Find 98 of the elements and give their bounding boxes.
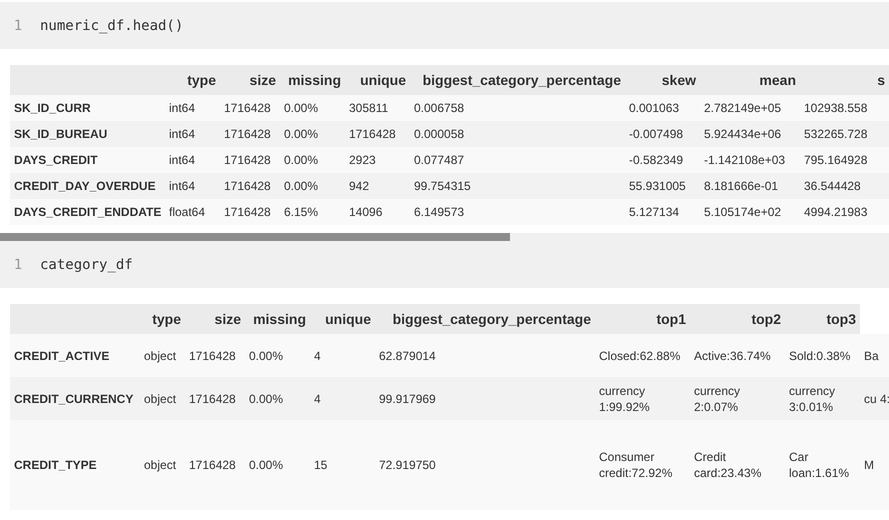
- table-cell: 0.00%: [245, 334, 310, 377]
- column-header: top2: [690, 304, 785, 334]
- table-cell: 0.00%: [245, 420, 310, 510]
- table-cell: -0.007498: [625, 121, 700, 147]
- code-cell[interactable]: 1 numeric_df.head(): [0, 2, 889, 49]
- table-cell: object: [140, 334, 185, 377]
- code-text: category_df: [40, 256, 133, 272]
- table-cell: 0.077487: [410, 147, 625, 173]
- row-label: CREDIT_DAY_OVERDUE: [10, 173, 165, 199]
- column-header: biggest_category_percentage: [410, 65, 625, 95]
- table-cell: 5.105174e+02: [700, 199, 800, 225]
- column-header: size: [220, 65, 280, 95]
- row-label: DAYS_CREDIT_ENDDATE: [10, 199, 165, 225]
- table-cell: 1716428: [220, 173, 280, 199]
- column-header: missing: [245, 304, 310, 334]
- horizontal-scrollbar[interactable]: [0, 233, 889, 241]
- column-header: missing: [280, 65, 345, 95]
- table-cell: Consumer credit:72.92%: [595, 420, 690, 510]
- table-cell: 532265.728: [800, 121, 889, 147]
- row-label: CREDIT_ACTIVE: [10, 334, 140, 377]
- table-cell: int64: [165, 173, 220, 199]
- table-cell: 0.001063: [625, 95, 700, 121]
- table-cell: 1716428: [220, 95, 280, 121]
- row-label: DAYS_CREDIT: [10, 147, 165, 173]
- table-cell: Credit card:23.43%: [690, 420, 785, 510]
- table-cell: currency 3:0.01%: [785, 377, 860, 420]
- column-header: skew: [625, 65, 700, 95]
- column-header: type: [140, 304, 185, 334]
- table-cell: 0.00%: [280, 95, 345, 121]
- table-cell: int64: [165, 147, 220, 173]
- column-header: size: [185, 304, 245, 334]
- table-cell: -1.142108e+03: [700, 147, 800, 173]
- table-cell: 2923: [345, 147, 410, 173]
- table-cell: object: [140, 420, 185, 510]
- table-cell: 1716428: [220, 147, 280, 173]
- table-cell: 6.15%: [280, 199, 345, 225]
- row-label: CREDIT_TYPE: [10, 420, 140, 510]
- table-cell: 15: [310, 420, 375, 510]
- row-label: SK_ID_BUREAU: [10, 121, 165, 147]
- table-cell: 0.006758: [410, 95, 625, 121]
- table-cell: 5.127134: [625, 199, 700, 225]
- table-cell: M: [860, 420, 889, 510]
- table-cell: 0.00%: [280, 147, 345, 173]
- table-cell: 0.00%: [280, 173, 345, 199]
- table-cell: 36.544428: [800, 173, 889, 199]
- table-cell: 1716428: [345, 121, 410, 147]
- code-text: numeric_df.head(): [40, 18, 184, 34]
- table-cell: 1716428: [185, 377, 245, 420]
- table-cell: 4994.21983: [800, 199, 889, 225]
- table-cell: 1716428: [220, 121, 280, 147]
- table-cell: Closed:62.88%: [595, 334, 690, 377]
- table-cell: 14096: [345, 199, 410, 225]
- table-cell: -0.582349: [625, 147, 700, 173]
- table-cell: object: [140, 377, 185, 420]
- table-cell: 2.782149e+05: [700, 95, 800, 121]
- table-cell: int64: [165, 121, 220, 147]
- code-cell[interactable]: 1 category_df: [0, 241, 889, 288]
- line-number: 1: [12, 256, 24, 272]
- table-cell: 4: [310, 377, 375, 420]
- table-cell: Sold:0.38%: [785, 334, 860, 377]
- column-header: top1: [595, 304, 690, 334]
- column-header: type: [165, 65, 220, 95]
- column-header: top3: [785, 304, 860, 334]
- table-cell: float64: [165, 199, 220, 225]
- table-cell: currency 2:0.07%: [690, 377, 785, 420]
- column-header: biggest_category_percentage: [375, 304, 595, 334]
- table-cell: 72.919750: [375, 420, 595, 510]
- column-header: mean: [700, 65, 800, 95]
- table-cell: Active:36.74%: [690, 334, 785, 377]
- table-cell: Car loan:1.61%: [785, 420, 860, 510]
- row-label: CREDIT_CURRENCY: [10, 377, 140, 420]
- table-cell: 942: [345, 173, 410, 199]
- table-cell: 55.931005: [625, 173, 700, 199]
- table-cell: 5.924434e+06: [700, 121, 800, 147]
- table-cell: 1716428: [185, 420, 245, 510]
- column-header: s: [800, 65, 889, 95]
- table-cell: 305811: [345, 95, 410, 121]
- column-header: unique: [345, 65, 410, 95]
- table-cell: 0.000058: [410, 121, 625, 147]
- table-cell: currency 1:99.92%: [595, 377, 690, 420]
- table-cell: 6.149573: [410, 199, 625, 225]
- table-cell: 102938.558: [800, 95, 889, 121]
- table-cell: 8.181666e-01: [700, 173, 800, 199]
- table-cell: 1716428: [185, 334, 245, 377]
- table-cell: 62.879014: [375, 334, 595, 377]
- table-cell: int64: [165, 95, 220, 121]
- row-label: SK_ID_CURR: [10, 95, 165, 121]
- table-cell: 1716428: [220, 199, 280, 225]
- table-cell: 0.00%: [245, 377, 310, 420]
- table-cell: 0.00%: [280, 121, 345, 147]
- table-cell: cu 4:: [860, 377, 889, 420]
- table-cell: 99.754315: [410, 173, 625, 199]
- table-cell: 99.917969: [375, 377, 595, 420]
- table-cell: 4: [310, 334, 375, 377]
- line-number: 1: [12, 18, 24, 34]
- column-header: unique: [310, 304, 375, 334]
- table-cell: 795.164928: [800, 147, 889, 173]
- table-cell: Ba: [860, 334, 889, 377]
